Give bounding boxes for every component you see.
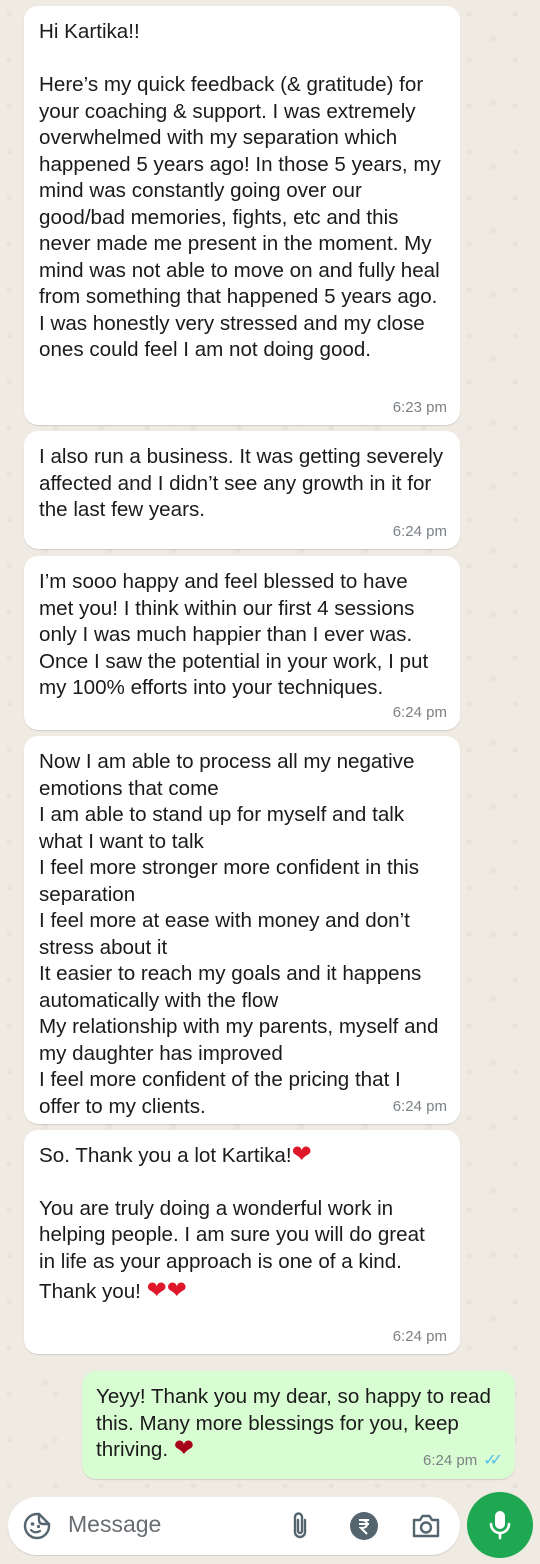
message-bubble-incoming[interactable]: Hi Kartika!! Here’s my quick feedback (&… xyxy=(24,6,460,425)
message-bubble-incoming[interactable]: Now I am able to process all my negative… xyxy=(24,736,460,1124)
message-text: Now I am able to process all my negative… xyxy=(39,750,439,1118)
message-time: 6:24 pm xyxy=(392,523,447,540)
message-text: You are truly doing a wonderful work in … xyxy=(39,1196,425,1273)
message-text: I’m sooo happy and feel blessed to have … xyxy=(39,570,429,699)
message-text: Thank you! ❤❤ xyxy=(39,1277,187,1304)
emoji-sticker-icon[interactable] xyxy=(22,1511,52,1541)
rupee-payment-icon[interactable] xyxy=(349,1511,379,1541)
heart-emoji: ❤ xyxy=(173,1435,194,1462)
message-composer[interactable]: Message xyxy=(8,1497,460,1555)
read-receipt-icon: ✓✓ xyxy=(483,1452,503,1469)
message-text: Hi Kartika!! Here’s my quick feedback (&… xyxy=(39,20,441,361)
message-bubble-incoming[interactable]: I’m sooo happy and feel blessed to have … xyxy=(24,556,460,730)
message-time: 6:23 pm xyxy=(392,399,447,416)
message-time: 6:24 pm xyxy=(392,1098,447,1115)
message-time: 6:24 pm xyxy=(392,1328,447,1345)
voice-message-button[interactable] xyxy=(467,1492,533,1558)
attach-icon[interactable] xyxy=(286,1511,314,1541)
mic-icon xyxy=(489,1511,511,1540)
message-bubble-incoming[interactable]: So. Thank you a lot Kartika!❤ You are tr… xyxy=(24,1130,460,1354)
camera-icon[interactable] xyxy=(410,1511,442,1541)
message-text: So. Thank you a lot Kartika!❤ xyxy=(39,1141,312,1168)
message-bubble-outgoing[interactable]: Yeyy! Thank you my dear, so happy to rea… xyxy=(82,1371,515,1479)
message-time: 6:24 pm xyxy=(392,704,447,721)
message-text: I also run a business. It was getting se… xyxy=(39,445,444,521)
message-time: 6:24 pm ✓✓ xyxy=(422,1451,503,1470)
red-heart-emoji: ❤❤ xyxy=(146,1277,187,1304)
message-input[interactable]: Message xyxy=(68,1511,161,1538)
message-bubble-incoming[interactable]: I also run a business. It was getting se… xyxy=(24,431,460,549)
red-heart-emoji: ❤ xyxy=(291,1141,312,1168)
